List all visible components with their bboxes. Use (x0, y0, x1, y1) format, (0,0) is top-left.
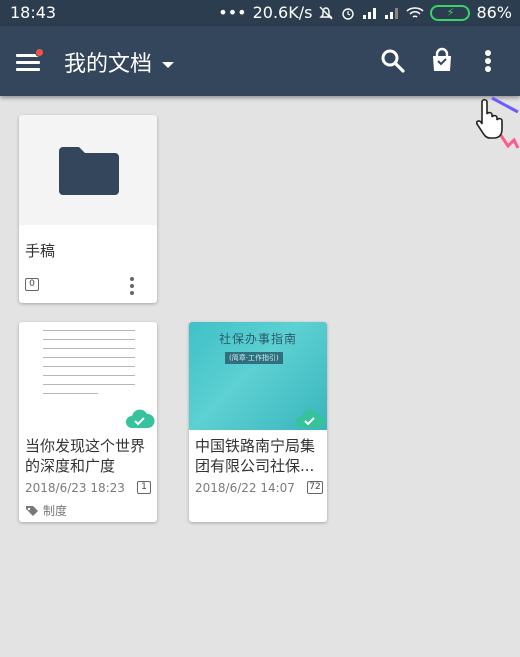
page-title: 我的文档 (64, 52, 153, 77)
status-right-group: ••• 20.6K/s ⚡ 86% (218, 3, 512, 22)
thumb-title: 社保办事指南 (218, 332, 297, 346)
battery-icon: ⚡ (430, 4, 471, 21)
cloud-synced-icon (126, 409, 155, 428)
folder-thumbnail (19, 115, 157, 225)
cloud-synced-icon (296, 409, 325, 428)
folder-card[interactable]: 手稿 0 (19, 115, 157, 303)
tag-icon (26, 505, 38, 516)
tag-row: 制度 (25, 502, 67, 519)
app-toolbar: 我的文档 (0, 26, 520, 96)
note-card[interactable]: 当你发现这个世界的深度和广度 2018/6/23 18:23 1 制度 (19, 322, 157, 522)
folder-dropdown[interactable]: 我的文档 (64, 46, 175, 78)
menu-icon[interactable] (14, 48, 44, 74)
hand-pointer-icon (476, 96, 520, 149)
card-date: 2018/6/23 18:23 (25, 481, 125, 495)
note-card[interactable]: 社保办事指南 (简章·工作指引) 中国铁路南宁局集团有限公司社保... 2018… (189, 322, 327, 522)
battery-percent: 86% (476, 3, 512, 22)
status-bar: 18:43 ••• 20.6K/s ⚡ 86% (0, 0, 520, 26)
notification-dot (35, 48, 44, 57)
wifi-icon (406, 6, 425, 18)
signal-icon-2 (385, 7, 399, 19)
search-icon[interactable] (378, 46, 408, 76)
network-speed: 20.6K/s (252, 3, 313, 22)
thumb-subtitle: (简章·工作指引) (225, 352, 283, 364)
folder-icon (59, 147, 119, 195)
more-vert-icon[interactable] (129, 275, 135, 297)
count-badge: 72 (307, 481, 323, 494)
card-title: 中国铁路南宁局集团有限公司社保... (195, 437, 316, 475)
card-date: 2018/6/22 14:07 (195, 481, 295, 495)
card-title: 当你发现这个世界的深度和广度 (25, 437, 146, 475)
card-title: 手稿 (25, 242, 56, 260)
mute-icon (319, 6, 334, 19)
status-time: 18:43 (10, 3, 57, 22)
count-badge: 0 (25, 278, 39, 291)
more-vert-icon[interactable] (478, 46, 498, 76)
status-dots: ••• (218, 3, 247, 22)
caret-down-icon (162, 62, 175, 68)
signal-icon (363, 7, 377, 19)
tag-label: 制度 (43, 504, 68, 518)
bag-icon[interactable] (427, 46, 457, 76)
count-badge: 1 (137, 481, 151, 494)
alarm-icon (342, 7, 355, 20)
